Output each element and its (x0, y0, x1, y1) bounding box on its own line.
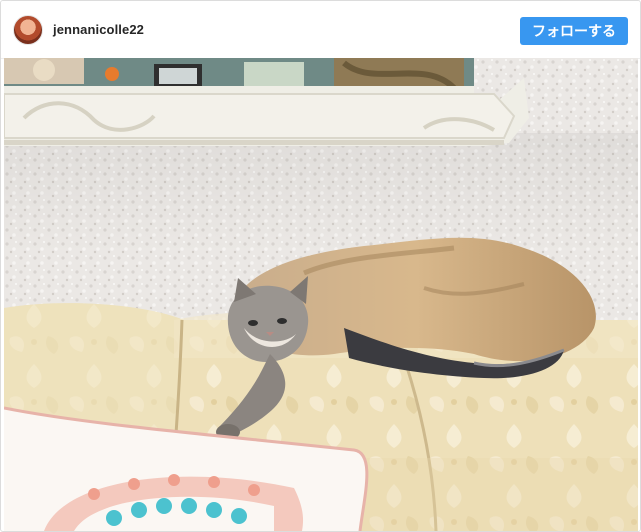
cat-on-sofa-image (4, 58, 638, 531)
post-photo[interactable] (4, 58, 638, 531)
post-header: jennanicolle22 フォローする (1, 1, 640, 59)
follow-button[interactable]: フォローする (520, 17, 628, 45)
instagram-embed-card: jennanicolle22 フォローする (0, 0, 641, 532)
profile-avatar[interactable] (13, 15, 43, 45)
username-link[interactable]: jennanicolle22 (53, 22, 144, 37)
